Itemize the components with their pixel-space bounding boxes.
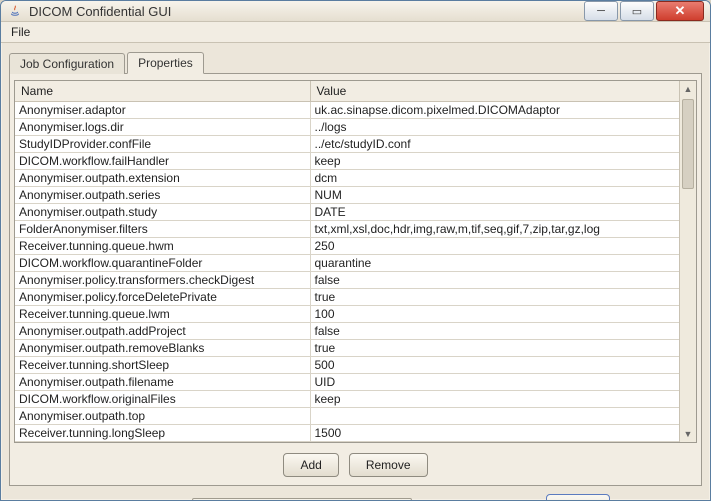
vertical-scrollbar[interactable]: ▲ ▼ xyxy=(679,81,696,442)
cell-value[interactable]: NUM xyxy=(310,187,679,204)
cell-name[interactable]: Receiver.tunning.queue.lwm xyxy=(15,306,310,323)
table-row[interactable]: Anonymiser.outpath.filenameUID xyxy=(15,374,679,391)
cell-value[interactable] xyxy=(310,408,679,425)
cell-name[interactable]: DICOM.workflow.failHandler xyxy=(15,153,310,170)
cell-name[interactable]: Anonymiser.logs.dir xyxy=(15,119,310,136)
tab-job-configuration[interactable]: Job Configuration xyxy=(9,53,125,74)
maximize-button[interactable]: ▭ xyxy=(620,1,654,21)
cell-name[interactable]: Anonymiser.outpath.study xyxy=(15,204,310,221)
table-row[interactable]: Anonymiser.policy.forceDeletePrivatetrue xyxy=(15,289,679,306)
table-row[interactable]: DICOM.workflow.failHandlerkeep xyxy=(15,153,679,170)
tab-properties[interactable]: Properties xyxy=(127,52,204,74)
cell-value[interactable]: txt,xml,xsl,doc,hdr,img,raw,m,tif,seq,gi… xyxy=(310,221,679,238)
close-button[interactable]: ✕ xyxy=(656,1,704,21)
table-row[interactable]: StudyIDProvider.confFile../etc/studyID.c… xyxy=(15,136,679,153)
add-button[interactable]: Add xyxy=(283,453,338,477)
minimize-button[interactable]: ─ xyxy=(584,1,618,21)
cell-value[interactable]: ../etc/studyID.conf xyxy=(310,136,679,153)
cell-value[interactable]: UID xyxy=(310,374,679,391)
cell-value[interactable]: keep xyxy=(310,153,679,170)
table-row[interactable]: DICOM.workflow.originalFileskeep xyxy=(15,391,679,408)
cell-name[interactable]: Anonymiser.outpath.filename xyxy=(15,374,310,391)
footer-wrap: DICOM Feeder completed/scheduled RUN xyxy=(9,486,702,501)
properties-table-scroll: Name Value Anonymiser.adaptoruk.ac.sinap… xyxy=(15,81,679,442)
table-row[interactable]: Anonymiser.adaptoruk.ac.sinapse.dicom.pi… xyxy=(15,102,679,119)
cell-name[interactable]: Anonymiser.outpath.series xyxy=(15,187,310,204)
properties-table-wrap: Name Value Anonymiser.adaptoruk.ac.sinap… xyxy=(14,80,697,443)
col-header-value[interactable]: Value xyxy=(310,81,679,102)
cell-name[interactable]: DICOM.workflow.originalFiles xyxy=(15,391,310,408)
scroll-up-arrow-icon[interactable]: ▲ xyxy=(680,81,696,97)
cell-name[interactable]: Receiver.tunning.longSleep xyxy=(15,425,310,442)
app-window: DICOM Confidential GUI ─ ▭ ✕ File Job Co… xyxy=(0,0,711,501)
cell-value[interactable]: dcm xyxy=(310,170,679,187)
cell-value[interactable]: ../logs xyxy=(310,119,679,136)
cell-name[interactable]: Anonymiser.outpath.top xyxy=(15,408,310,425)
cell-value[interactable]: true xyxy=(310,289,679,306)
table-row[interactable]: Anonymiser.outpath.studyDATE xyxy=(15,204,679,221)
titlebar: DICOM Confidential GUI ─ ▭ ✕ xyxy=(1,1,710,22)
cell-name[interactable]: Receiver.tunning.queue.hwm xyxy=(15,238,310,255)
cell-value[interactable]: uk.ac.sinapse.dicom.pixelmed.DICOMAdapto… xyxy=(310,102,679,119)
menubar: File xyxy=(1,22,710,43)
cell-name[interactable]: Anonymiser.adaptor xyxy=(15,102,310,119)
tab-strip: Job Configuration Properties xyxy=(9,49,702,73)
content-area: Job Configuration Properties Name Value … xyxy=(1,43,710,501)
cell-name[interactable]: DICOM.workflow.quarantineFolder xyxy=(15,255,310,272)
cell-value[interactable]: 100 xyxy=(310,306,679,323)
scroll-down-arrow-icon[interactable]: ▼ xyxy=(680,426,696,442)
remove-button[interactable]: Remove xyxy=(349,453,428,477)
java-icon xyxy=(7,3,23,19)
properties-table: Name Value Anonymiser.adaptoruk.ac.sinap… xyxy=(15,81,679,442)
table-row[interactable]: FolderAnonymiser.filterstxt,xml,xsl,doc,… xyxy=(15,221,679,238)
cell-name[interactable]: Anonymiser.outpath.extension xyxy=(15,170,310,187)
table-row[interactable]: Anonymiser.policy.transformers.checkDige… xyxy=(15,272,679,289)
window-title: DICOM Confidential GUI xyxy=(29,4,584,19)
cell-name[interactable]: Receiver.tunning.shortSleep xyxy=(15,357,310,374)
table-row[interactable]: Anonymiser.outpath.top xyxy=(15,408,679,425)
table-row[interactable]: Receiver.tunning.shortSleep500 xyxy=(15,357,679,374)
cell-name[interactable]: Anonymiser.policy.forceDeletePrivate xyxy=(15,289,310,306)
col-header-name[interactable]: Name xyxy=(15,81,310,102)
cell-name[interactable]: Anonymiser.outpath.removeBlanks xyxy=(15,340,310,357)
cell-value[interactable]: 250 xyxy=(310,238,679,255)
cell-value[interactable]: keep xyxy=(310,391,679,408)
cell-name[interactable]: StudyIDProvider.confFile xyxy=(15,136,310,153)
table-row[interactable]: Anonymiser.outpath.removeBlankstrue xyxy=(15,340,679,357)
scrollbar-thumb[interactable] xyxy=(682,99,694,189)
run-button[interactable]: RUN xyxy=(546,494,610,501)
tab-panel-properties: Name Value Anonymiser.adaptoruk.ac.sinap… xyxy=(9,73,702,486)
table-buttons: Add Remove xyxy=(10,447,701,485)
cell-value[interactable]: 500 xyxy=(310,357,679,374)
cell-value[interactable]: true xyxy=(310,340,679,357)
table-row[interactable]: Receiver.tunning.queue.hwm250 xyxy=(15,238,679,255)
table-row[interactable]: Anonymiser.outpath.seriesNUM xyxy=(15,187,679,204)
table-row[interactable]: DICOM.workflow.quarantineFolderquarantin… xyxy=(15,255,679,272)
table-row[interactable]: Receiver.tunning.longSleep1500 xyxy=(15,425,679,442)
cell-value[interactable]: 1500 xyxy=(310,425,679,442)
table-row[interactable]: Anonymiser.outpath.extensiondcm xyxy=(15,170,679,187)
cell-value[interactable]: quarantine xyxy=(310,255,679,272)
cell-name[interactable]: Anonymiser.policy.transformers.checkDige… xyxy=(15,272,310,289)
footer: DICOM Feeder completed/scheduled RUN xyxy=(9,486,702,501)
cell-name[interactable]: FolderAnonymiser.filters xyxy=(15,221,310,238)
cell-value[interactable]: false xyxy=(310,323,679,340)
cell-name[interactable]: Anonymiser.outpath.addProject xyxy=(15,323,310,340)
table-row[interactable]: Receiver.tunning.queue.lwm100 xyxy=(15,306,679,323)
cell-value[interactable]: false xyxy=(310,272,679,289)
table-row[interactable]: Anonymiser.logs.dir../logs xyxy=(15,119,679,136)
table-row[interactable]: Anonymiser.outpath.addProjectfalse xyxy=(15,323,679,340)
menu-file[interactable]: File xyxy=(3,22,38,42)
cell-value[interactable]: DATE xyxy=(310,204,679,221)
window-controls: ─ ▭ ✕ xyxy=(584,1,704,21)
